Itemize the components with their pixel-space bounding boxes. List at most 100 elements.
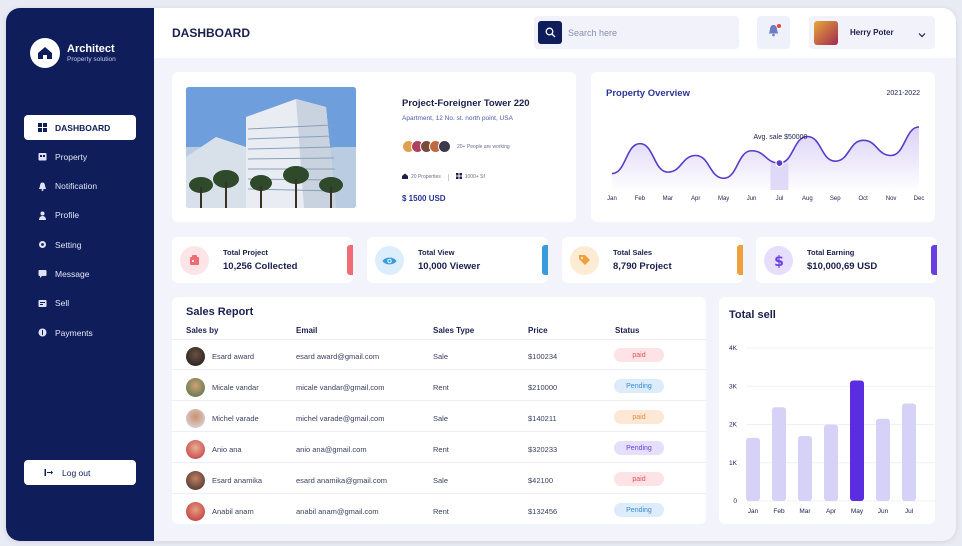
cell-type: Sale: [433, 352, 449, 361]
cell-type: Rent: [433, 383, 449, 392]
grid-icon: [38, 123, 47, 132]
cell-email: esard award@gmail.com: [296, 352, 380, 361]
user-icon: [38, 211, 47, 220]
bar: [902, 403, 916, 501]
sidebar-item-setting[interactable]: Setting: [24, 232, 136, 257]
bar: [746, 437, 760, 501]
dollar-icon: $: [764, 246, 793, 275]
table-row[interactable]: Anio ana anio ana@gmail.com Rent $320233…: [172, 434, 706, 463]
cell-name: Esard anamika: [212, 476, 263, 485]
stat-card-total-earning[interactable]: $ Total Earning $10,000,69 USD: [756, 237, 937, 283]
sidebar-item-sell[interactable]: Sell: [24, 291, 136, 316]
table-row[interactable]: Michel varade michel varade@gmail.com Sa…: [172, 403, 706, 432]
y-tick-label: 0: [733, 498, 737, 505]
column-header: Status: [615, 326, 640, 335]
status-badge: paid: [614, 472, 664, 486]
property-overview-card: Property Overview 2021-2022 Avg. sale $5…: [591, 72, 935, 222]
table-row[interactable]: Micale vandar micale vandar@gmail.com Re…: [172, 372, 706, 401]
x-tick-label: Mar: [799, 508, 811, 515]
avatar: [438, 140, 451, 153]
cell-email: anabil anam@gmail.com: [296, 507, 379, 516]
team-avatars: [402, 140, 451, 153]
avatar: [186, 409, 205, 428]
highlight-point: [775, 158, 784, 168]
x-tick-label: Sep: [830, 196, 841, 202]
x-tick-label: Apr: [691, 196, 700, 202]
table-row[interactable]: Esard award esard award@gmail.com Sale $…: [172, 341, 706, 370]
sidebar-nav: DASHBOARD Property Notification Profile …: [24, 115, 136, 349]
svg-text:$: $: [774, 254, 784, 269]
stat-card-total-project[interactable]: Total Project 10,256 Collected: [172, 237, 353, 283]
brand-name: Architect: [67, 43, 115, 55]
brand-tagline: Property solution: [67, 56, 116, 63]
y-tick-label: 3K: [729, 383, 738, 390]
cell-price: $320233: [528, 445, 558, 454]
bar: [798, 435, 812, 501]
stat-value: 10,000 Viewer: [418, 261, 481, 272]
stat-accent-bar: [737, 245, 743, 275]
overview-line-chart: Avg. sale $50000 Jan Feb Mar Apr May Jun Jul Aug…: [607, 126, 924, 202]
cell-type: Sale: [433, 476, 449, 485]
page-title: DASHBOARD: [172, 26, 250, 40]
x-tick-label: May: [851, 508, 864, 515]
house-icon: [402, 173, 408, 181]
sidebar-item-label: DASHBOARD: [55, 122, 111, 133]
stat-value: 8,790 Project: [613, 261, 672, 272]
property-card[interactable]: Project-Foreigner Tower 220 Apartment, 1…: [172, 72, 576, 222]
top-bar: DASHBOARD Herry Poter: [154, 8, 956, 58]
notification-button[interactable]: [757, 16, 790, 49]
x-tick-label: Jan: [607, 196, 617, 202]
sidebar-item-notification[interactable]: Notification: [24, 174, 136, 199]
divider: [447, 173, 449, 181]
cell-price: $132456: [528, 507, 558, 516]
logout-label: Log out: [62, 467, 91, 478]
dollar-icon: [38, 328, 47, 337]
search-input[interactable]: [568, 24, 728, 41]
bar: [824, 424, 838, 501]
sales-report-card: Sales Report Sales by Email Sales Type P…: [172, 297, 706, 524]
status-badge: paid: [614, 410, 664, 424]
sidebar-item-profile[interactable]: Profile: [24, 203, 136, 228]
cell-name: Anabil anam: [212, 507, 254, 516]
stat-accent-bar: [347, 245, 353, 275]
search-icon[interactable]: [538, 21, 562, 44]
project-icon: [180, 246, 209, 275]
message-icon: [38, 269, 47, 279]
x-tick-label: Mar: [663, 196, 673, 202]
stat-value: $10,000,69 USD: [807, 261, 878, 272]
notification-dot: [777, 24, 781, 28]
cell-email: micale vandar@gmail.com: [296, 383, 385, 392]
user-menu[interactable]: Herry Poter: [809, 16, 935, 49]
cell-name: Micale vandar: [212, 383, 259, 392]
area-size: 1000+ Sf: [464, 174, 485, 180]
cell-email: esard anamika@gmail.com: [296, 476, 387, 485]
table-row[interactable]: Esard anamika esard anamika@gmail.com Sa…: [172, 465, 706, 494]
property-meta: 20 Properties 1000+ Sf: [402, 173, 485, 181]
sidebar-item-dashboard[interactable]: DASHBOARD: [24, 115, 136, 140]
table-row[interactable]: Anabil anam anabil anam@gmail.com Rent $…: [172, 496, 706, 525]
cell-name: Michel varade: [212, 414, 259, 423]
stat-card-total-sales[interactable]: Total Sales 8,790 Project: [562, 237, 743, 283]
avatar: [186, 378, 205, 397]
stat-accent-bar: [542, 245, 548, 275]
stat-card-total-view[interactable]: Total View 10,000 Viewer: [367, 237, 548, 283]
brand[interactable]: Architect Property solution: [30, 38, 116, 68]
y-tick-label: 1K: [729, 460, 738, 467]
x-tick-label: May: [718, 196, 729, 202]
status-badge: Pending: [614, 441, 664, 455]
column-header: Price: [528, 326, 548, 335]
stat-value: 10,256 Collected: [223, 261, 298, 272]
properties-count: 20 Properties: [411, 174, 441, 180]
x-tick-label: Jul: [905, 508, 914, 515]
logout-button[interactable]: Log out: [24, 460, 136, 485]
gear-icon: [38, 240, 47, 249]
sidebar-item-property[interactable]: Property: [24, 144, 136, 169]
sidebar-item-label: Notification: [55, 181, 98, 192]
avatar: [186, 471, 205, 490]
cell-price: $42100: [528, 476, 554, 485]
sidebar-item-message[interactable]: Message: [24, 261, 136, 286]
x-tick-label: Apr: [826, 508, 837, 515]
sidebar-item-payments[interactable]: Payments: [24, 320, 136, 345]
logout-icon: [44, 468, 53, 477]
y-tick-label: 4K: [729, 345, 738, 352]
